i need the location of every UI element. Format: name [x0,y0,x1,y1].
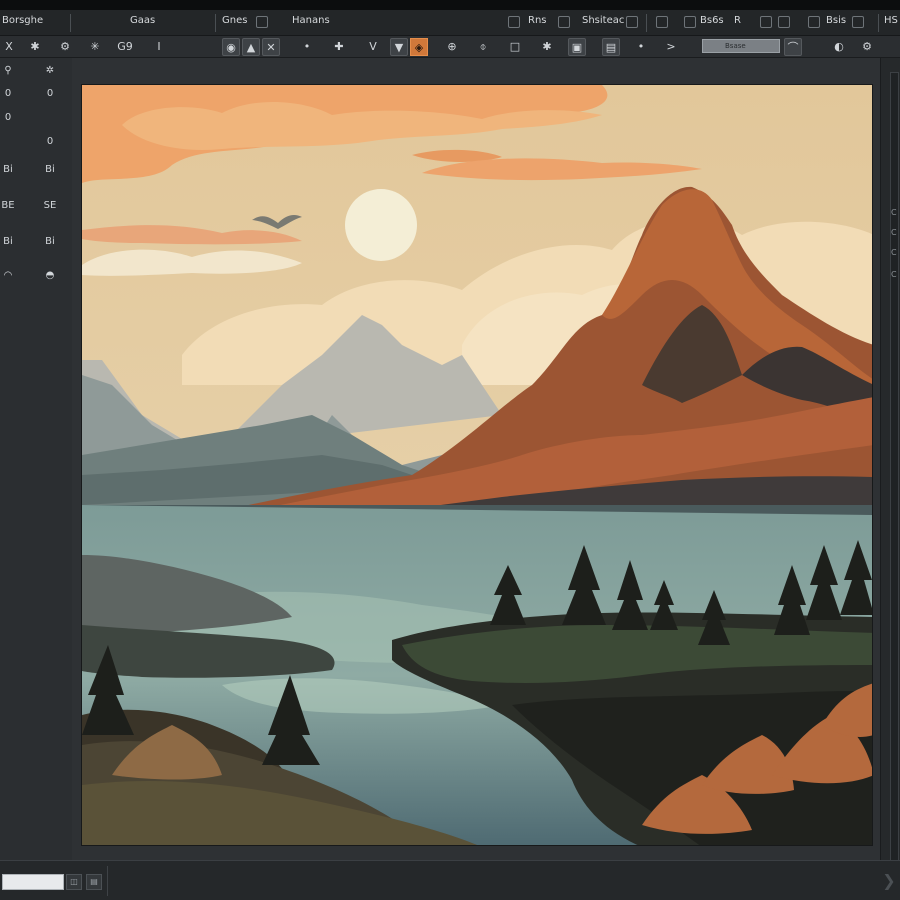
star-tool-icon[interactable]: ✳ [86,38,104,56]
document-canvas[interactable] [81,84,873,846]
grid-tool-icon[interactable]: Bi [42,162,58,178]
panel-icon[interactable] [508,16,520,28]
lock-tool-icon[interactable]: ⌽ [474,38,492,56]
landscape-artwork [82,85,872,845]
brush-preset-field[interactable]: Bsase [702,39,780,53]
menu-item-bs6s[interactable]: Bs6s [700,15,724,26]
gear-icon[interactable]: ⚙ [858,38,876,56]
dot-tool-icon[interactable]: • [298,38,316,56]
target-tool-icon[interactable]: ◉ [222,38,240,56]
menu-item-borsghe[interactable]: Borsghe [2,15,43,26]
left-tool-panel: ⚲ ✲ 0 0 0 0 Bi Bi BE SE Bi Bi ◠ ◓ [0,58,72,860]
sharpen-tool-icon[interactable]: SE [42,198,58,214]
text-tool-icon[interactable]: I [150,38,168,56]
dropdown-icon[interactable] [558,16,570,28]
layer-tool-icon[interactable]: ▤ [602,38,620,56]
triangle-tool-icon[interactable]: ▼ [390,38,408,56]
view-toggle-icon[interactable]: ◫ [66,874,82,890]
menu-item-bsis[interactable]: Bsis [826,15,846,26]
status-separator [107,866,108,896]
menu-item-rns[interactable]: Rns [528,15,547,26]
menu-item-hs[interactable]: HS [884,15,898,26]
zoom-input[interactable] [2,874,64,890]
point-tool-icon[interactable]: • [632,38,650,56]
frame-tool-icon[interactable]: ▣ [568,38,586,56]
menu-item-gnes[interactable]: Gnes [222,15,247,26]
grid-tool-icon[interactable]: Bi [0,162,16,178]
sliders-icon[interactable] [778,16,790,28]
sparkle-tool-icon[interactable]: ✱ [538,38,556,56]
cross-tool-icon[interactable]: ✕ [262,38,280,56]
window-icon[interactable] [852,16,864,28]
toolbar: X ✱ ⚙ ✳ G9 I ◉ ▲ ✕ • ✚ V ▼ ◈ ⊕ ⌽ □ ✱ ▣ ▤… [0,36,900,58]
fill-tool-icon[interactable]: Bi [42,234,58,250]
active-brush-tool-icon[interactable]: ◈ [410,38,428,56]
close-tool-icon[interactable]: X [0,38,18,56]
shape-tool-icon[interactable]: ▲ [242,38,260,56]
menu-bar: Borsghe Gaas Gnes Hanans Rns Shsiteac Bs… [0,10,900,36]
add-tool-icon[interactable]: ✚ [330,38,348,56]
circle-tool-icon[interactable]: 0 [0,86,16,102]
window-top-strip [0,0,900,10]
settings-tool-icon[interactable]: ⚙ [56,38,74,56]
menu-item-hanans[interactable]: Hanans [292,15,330,26]
zoom-tool-icon[interactable]: ⊕ [443,38,461,56]
menu-separator [70,14,71,32]
move-tool-icon[interactable]: ✱ [26,38,44,56]
next-tool-icon[interactable]: > [662,38,680,56]
hand-tool-icon[interactable]: ◠ [0,268,16,284]
rectangle-tool-icon[interactable]: □ [506,38,524,56]
ring-tool-icon[interactable]: 0 [0,110,16,126]
sun [345,189,417,261]
panel-toggle-icon[interactable]: C [891,248,897,257]
dot-icon[interactable] [684,16,696,28]
menu-item-shsiteac[interactable]: Shsiteac [582,15,624,26]
menu-separator [215,14,216,32]
status-bar [0,860,900,900]
panel-toggle-icon[interactable]: C [891,208,897,217]
dropdown-icon[interactable] [256,16,268,28]
panel-toggle-icon[interactable]: C [891,270,897,279]
layout-toggle-icon[interactable]: ▤ [86,874,102,890]
spark-tool-icon[interactable]: ✲ [42,63,58,79]
dropdown-icon[interactable] [626,16,638,28]
lasso-tool-icon[interactable]: ⚲ [0,63,16,79]
contrast-tool-icon[interactable]: ◐ [830,38,848,56]
fill-tool-icon[interactable]: Bi [0,234,16,250]
menu-item-extra[interactable]: R [734,15,741,26]
right-panel: C C C C [880,58,900,900]
vertical-scrollbar[interactable] [890,72,899,900]
g9-tool-icon[interactable]: G9 [116,38,134,56]
menu-separator [646,14,647,32]
chevron-right-icon[interactable]: ❯ [879,870,899,892]
eyedropper-tool-icon[interactable]: ◓ [42,268,58,284]
menu-item-gaas[interactable]: Gaas [130,15,155,26]
circle-tool-icon[interactable]: 0 [42,86,58,102]
menu-separator [878,14,879,32]
panel-icon[interactable] [808,16,820,28]
grid-icon[interactable] [760,16,772,28]
blend-tool-icon[interactable]: BE [0,198,16,214]
ring-tool-icon[interactable]: 0 [42,134,58,150]
chevron-tool-icon[interactable]: V [364,38,382,56]
minus-icon[interactable] [656,16,668,28]
app-window: Borsghe Gaas Gnes Hanans Rns Shsiteac Bs… [0,0,900,900]
panel-toggle-icon[interactable]: C [891,228,897,237]
curve-tool-icon[interactable]: ⌒ [784,38,802,56]
